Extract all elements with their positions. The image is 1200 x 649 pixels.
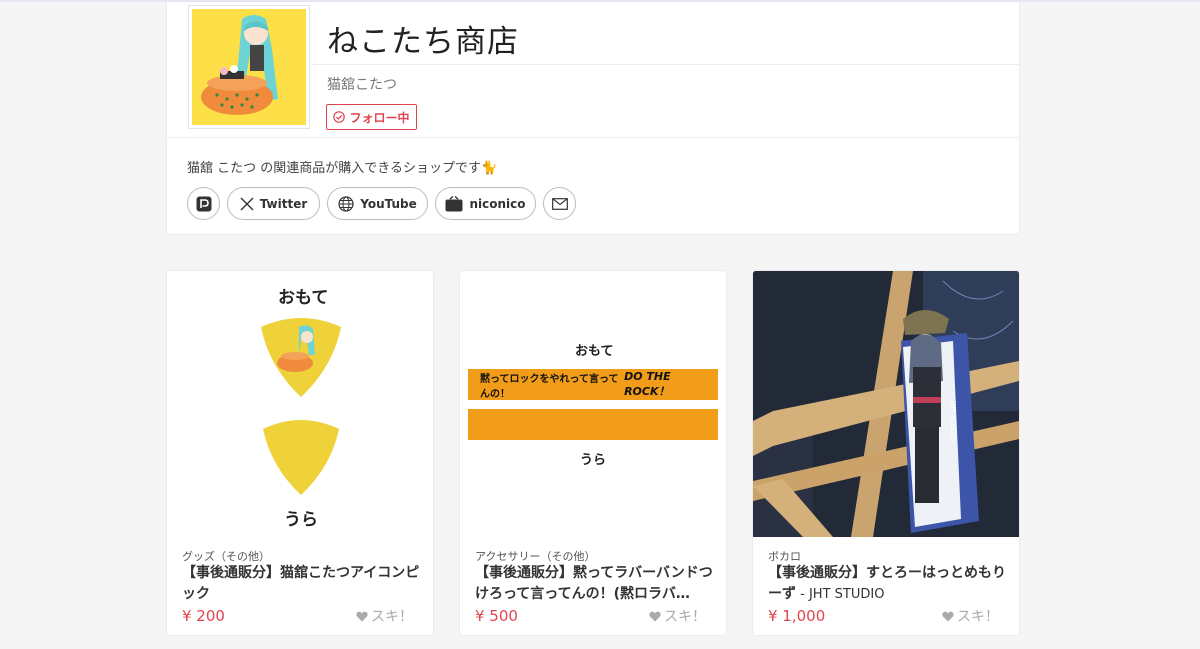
- check-circle-icon: [333, 111, 346, 123]
- globe-icon: [338, 195, 354, 212]
- niconico-link-button[interactable]: niconico: [435, 187, 536, 220]
- product-name[interactable]: 【事後通販分】猫舘こたつアイコンピック: [182, 563, 422, 605]
- product-name[interactable]: 【事後通販分】黙ってラバーバンドつけろって言ってんの！(黙ロラバ…: [475, 563, 715, 605]
- shop-description: 猫舘 こたつ の関連商品が購入できるショップです🐈: [187, 161, 498, 176]
- niconico-icon: [445, 195, 463, 211]
- thumb-front-label: おもて: [278, 288, 329, 308]
- product-card[interactable]: おもて うら グッズ（その他） 【事後通販分】猫舘こたつアイコンピック ¥ 20…: [166, 270, 434, 636]
- header-divider-2: [167, 137, 1019, 138]
- product-card[interactable]: おもて 黙ってロックをやれって言ってんの！ DO THE ROCK！ うら アク…: [459, 270, 727, 636]
- product-price: ¥ 1,000: [768, 607, 826, 625]
- pick-front-image: [261, 318, 341, 397]
- like-button[interactable]: スキ！: [942, 606, 999, 626]
- youtube-link-button[interactable]: YouTube: [327, 187, 428, 220]
- shop-owner-link[interactable]: 猫舘こたつ: [327, 74, 397, 94]
- product-thumbnail: おもて うら: [167, 271, 433, 537]
- shop-icon[interactable]: [188, 5, 310, 129]
- product-name[interactable]: 【事後通販分】すとろーはっとめもりーず - JHT STUDIO: [768, 563, 1008, 605]
- header-divider: [312, 64, 1019, 65]
- product-category: グッズ（その他）: [182, 550, 270, 563]
- product-price: ¥ 200: [182, 607, 225, 625]
- like-button[interactable]: スキ！: [649, 606, 706, 626]
- heart-icon: [942, 611, 954, 621]
- thumb-back-label: うら: [580, 453, 607, 468]
- mail-icon: [551, 197, 568, 210]
- shop-links: Twitter YouTube niconico: [187, 187, 576, 220]
- x-icon: [240, 197, 254, 210]
- twitter-link-button[interactable]: Twitter: [227, 187, 320, 220]
- product-thumbnail: JHT STUDIO: [753, 271, 1019, 537]
- follow-button-label: フォロー中: [349, 110, 410, 125]
- heart-icon: [356, 611, 368, 621]
- thumb-back-label: うら: [284, 510, 318, 530]
- shop-icon-image: [192, 9, 306, 125]
- band-text-left: 黙ってロックをやれって言ってんの！: [480, 373, 619, 400]
- pixiv-link-button[interactable]: [187, 187, 220, 220]
- mail-link-button[interactable]: [543, 187, 576, 220]
- panel-text: JHT STUDIO: [949, 400, 957, 442]
- product-category: ボカロ: [768, 550, 801, 563]
- product-category: アクセサリー（その他）: [475, 550, 596, 563]
- product-thumbnail: おもて 黙ってロックをやれって言ってんの！ DO THE ROCK！ うら: [460, 271, 726, 537]
- thumb-front-label: おもて: [575, 344, 614, 359]
- easel-photo-image: JHT STUDIO: [753, 271, 1019, 537]
- band-back-image: [468, 409, 718, 440]
- like-label: スキ！: [664, 609, 706, 625]
- product-card[interactable]: JHT STUDIO ボカロ 【事後通販分】すとろーはっとめもりーず - JHT…: [752, 270, 1020, 636]
- twitter-link-label: Twitter: [259, 196, 308, 211]
- like-label: スキ！: [957, 609, 999, 625]
- pick-back-image: [263, 420, 339, 495]
- product-price: ¥ 500: [475, 607, 518, 625]
- like-label: スキ！: [371, 609, 413, 625]
- niconico-link-label: niconico: [469, 196, 526, 211]
- shop-header-card: ねこたち商店 猫舘こたつ フォロー中 猫舘 こたつ の関連商品が購入できるショッ…: [166, 2, 1020, 235]
- heart-icon: [649, 611, 661, 621]
- band-text-right: DO THE ROCK！: [624, 370, 671, 398]
- like-button[interactable]: スキ！: [356, 606, 413, 626]
- band-front-image: 黙ってロックをやれって言ってんの！ DO THE ROCK！: [468, 369, 718, 400]
- youtube-link-label: YouTube: [360, 196, 417, 211]
- shop-title: ねこたち商店: [327, 24, 519, 60]
- pixiv-icon: [196, 196, 211, 211]
- follow-button[interactable]: フォロー中: [326, 104, 417, 130]
